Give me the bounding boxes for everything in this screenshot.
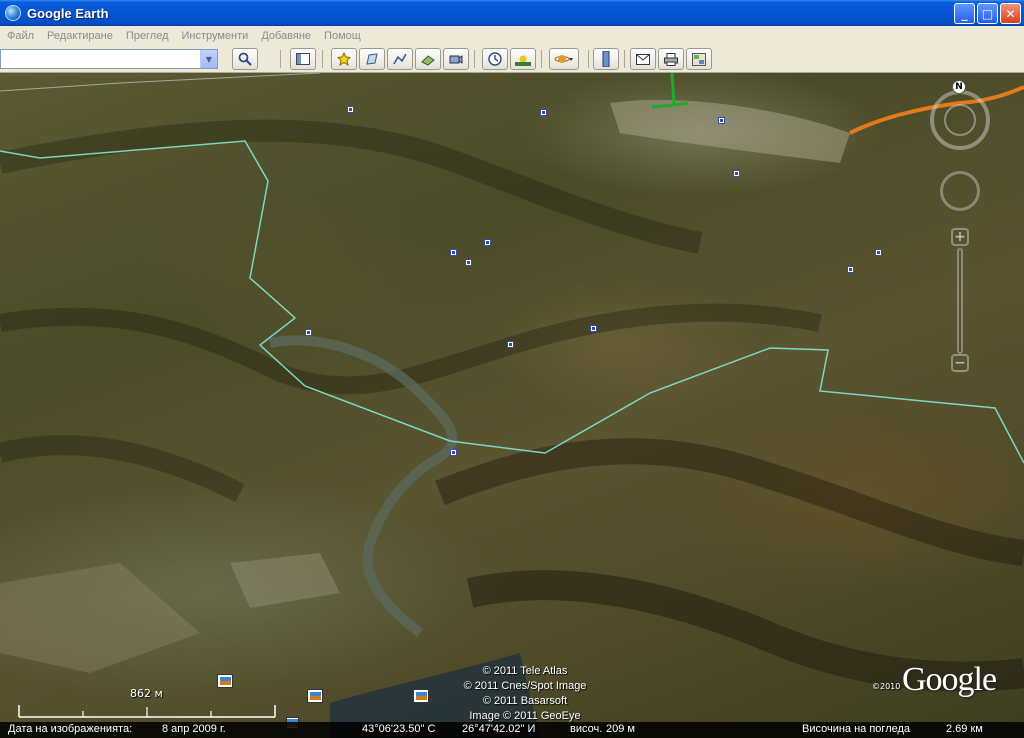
email-icon (636, 53, 650, 65)
placemark-marker[interactable] (718, 117, 725, 124)
historical-imagery-button[interactable] (482, 48, 508, 70)
polygon-icon (366, 53, 378, 65)
sidebar-toggle-button[interactable] (290, 48, 316, 70)
print-icon (664, 52, 678, 66)
toolbar-separator (624, 50, 625, 68)
placemark-marker[interactable] (847, 266, 854, 273)
add-path-button[interactable] (387, 48, 413, 70)
status-bar: Дата на изображенията: 8 апр 2009 г. 43°… (0, 722, 1024, 738)
print-button[interactable] (658, 48, 684, 70)
move-joystick[interactable] (940, 171, 980, 211)
photo-placemark-icon[interactable] (217, 674, 233, 688)
planets-button[interactable] (549, 48, 579, 70)
add-image-overlay-button[interactable] (415, 48, 441, 70)
eye-altitude-label: Височина на погледа (802, 723, 911, 735)
toolbar-separator (474, 50, 475, 68)
title-bar: Google Earth _ □ ✕ (0, 0, 1024, 26)
view-in-google-maps-button[interactable] (686, 48, 712, 70)
google-earth-app-icon (5, 5, 21, 21)
placemark-marker[interactable] (465, 259, 472, 266)
record-tour-button[interactable] (443, 48, 469, 70)
menu-help[interactable]: Помощ (317, 30, 367, 42)
menu-view[interactable]: Преглед (119, 30, 175, 42)
navigation-controls: N + − (930, 75, 1010, 375)
imagery-attribution: © 2011 Tele Atlas © 2011 Cnes/Spot Image… (440, 664, 610, 724)
scale-label: 862 м (130, 687, 163, 700)
attribution-line: © 2011 Basarsoft (482, 695, 568, 707)
toolbar-separator (588, 50, 589, 68)
latitude-readout: 43°06'23.50" С (362, 723, 436, 735)
toolbar: ▼ (0, 45, 1024, 73)
search-icon (238, 52, 252, 66)
menu-file[interactable]: Файл (0, 30, 40, 42)
zoom-out-button[interactable]: − (951, 354, 969, 372)
path-icon (393, 53, 407, 65)
placemark-marker[interactable] (875, 249, 882, 256)
minimize-button[interactable]: _ (954, 3, 975, 24)
add-polygon-button[interactable] (359, 48, 385, 70)
placemark-marker[interactable] (590, 325, 597, 332)
window-title: Google Earth (27, 5, 109, 21)
sidebar-icon (296, 53, 310, 65)
attribution-line: © 2011 Cnes/Spot Image (463, 680, 587, 692)
sunlight-icon (515, 55, 531, 66)
google-copyright-year: ©2010 (872, 682, 901, 691)
search-combobox[interactable]: ▼ (0, 49, 218, 69)
menu-edit[interactable]: Редактиране (40, 30, 119, 42)
ruler-icon (602, 51, 610, 67)
add-placemark-button[interactable] (331, 48, 357, 70)
sunlight-button[interactable] (510, 48, 536, 70)
terrain-overlay (0, 73, 1024, 738)
eye-altitude-value: 2.69 км (946, 723, 983, 735)
google-maps-icon (692, 52, 706, 66)
placemark-marker[interactable] (450, 449, 457, 456)
maximize-button[interactable]: □ (977, 3, 998, 24)
menu-tools[interactable]: Инструменти (174, 30, 254, 42)
compass-north-icon[interactable]: N (952, 80, 966, 94)
chevron-down-icon[interactable]: ▼ (200, 50, 217, 68)
photo-placemark-icon[interactable] (413, 689, 429, 703)
planets-icon (554, 55, 573, 63)
search-button[interactable] (232, 48, 258, 70)
scale-bar (18, 705, 276, 718)
imagery-date: 8 апр 2009 г. (162, 723, 226, 735)
menu-bar: Файл Редактиране Преглед Инструменти Доб… (0, 26, 1024, 45)
zoom-slider[interactable] (957, 248, 963, 354)
placemark-marker[interactable] (733, 170, 740, 177)
placemark-marker[interactable] (507, 341, 514, 348)
placemark-marker[interactable] (540, 109, 547, 116)
zoom-in-button[interactable]: + (951, 228, 969, 246)
placemark-marker[interactable] (450, 249, 457, 256)
menu-add[interactable]: Добавяне (254, 30, 317, 42)
toolbar-separator (541, 50, 542, 68)
photo-placemark-icon[interactable] (307, 689, 323, 703)
close-button[interactable]: ✕ (1000, 3, 1021, 24)
ruler-button[interactable] (593, 48, 619, 70)
attribution-line: © 2011 Tele Atlas (482, 665, 568, 677)
toolbar-separator (322, 50, 323, 68)
longitude-readout: 26°47'42.02" И (462, 723, 536, 735)
imagery-date-label: Дата на изображенията: (8, 723, 133, 735)
placemark-marker[interactable] (305, 329, 312, 336)
placemark-marker[interactable] (347, 106, 354, 113)
elevation-value: 209 м (606, 723, 635, 735)
look-joystick-center[interactable] (944, 104, 976, 136)
record-tour-icon (449, 55, 463, 64)
email-button[interactable] (630, 48, 656, 70)
toolbar-separator (280, 50, 281, 68)
historical-imagery-icon (488, 52, 502, 66)
elevation-label: височ. (570, 723, 603, 735)
google-logo: Google (902, 661, 997, 698)
earth-3d-view[interactable]: N + − © 2011 Tele Atlas © 2011 Cnes/Spot… (0, 73, 1024, 738)
search-input[interactable] (1, 50, 197, 68)
placemark-icon (337, 52, 351, 66)
image-overlay-icon (421, 55, 435, 66)
placemark-marker[interactable] (484, 239, 491, 246)
